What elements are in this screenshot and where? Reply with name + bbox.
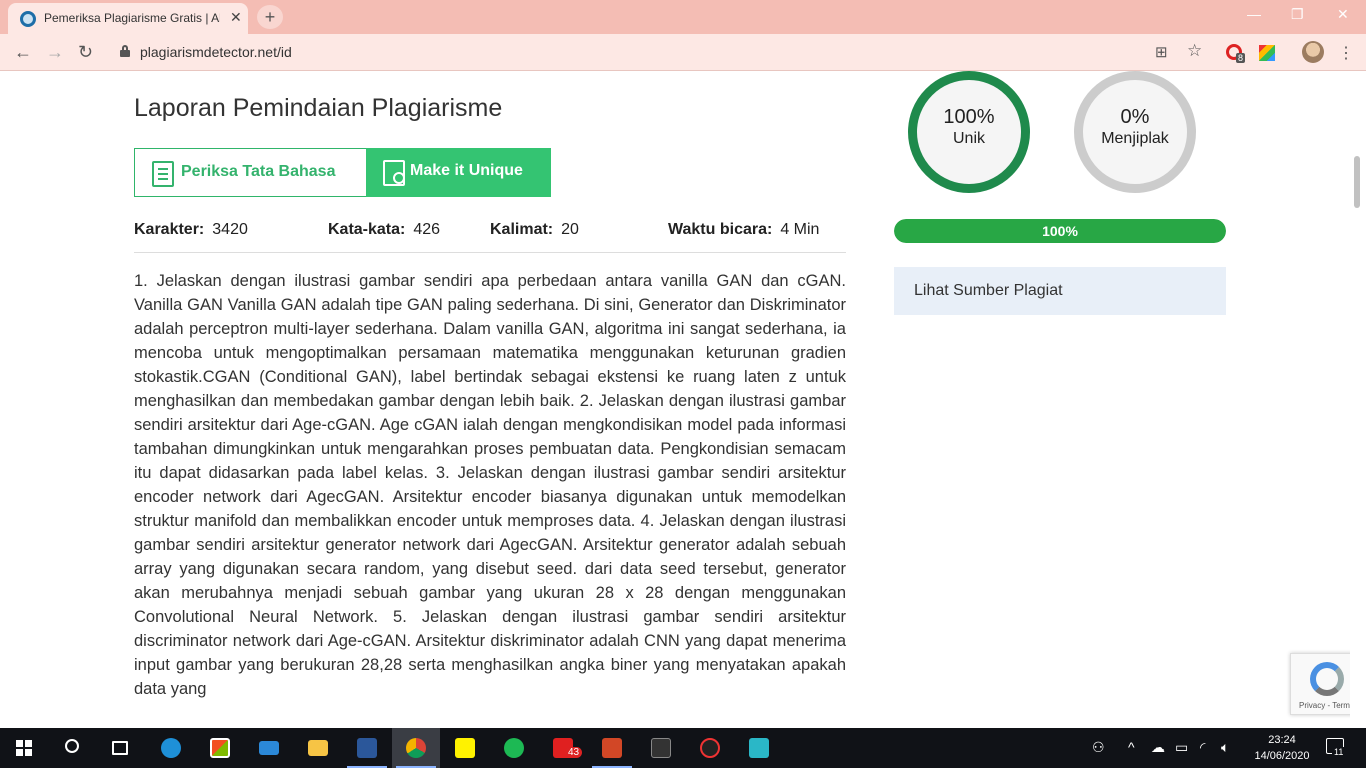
reload-icon[interactable]: ↻ (78, 42, 93, 62)
video-app-icon (749, 738, 769, 758)
unique-percent: 100% (943, 106, 995, 128)
grammar-check-label: Periksa Tata Bahasa (181, 163, 336, 180)
page-title: Laporan Pemindaian Plagiarisme (134, 94, 503, 122)
uniqueness-progress-bar: 100% (894, 219, 1226, 243)
taskbar-file-explorer[interactable] (294, 728, 342, 768)
word-icon (357, 738, 377, 758)
action-buttons: Periksa Tata Bahasa Make it Unique (134, 148, 551, 197)
scroll-thumb[interactable] (1354, 156, 1360, 208)
windows-logo-icon (16, 740, 32, 756)
plagiarism-percent: 0% (1120, 106, 1150, 128)
plagiarism-score-ring: 0% Menjiplak (1074, 71, 1196, 193)
translate-icon[interactable]: ⊞ (1155, 43, 1168, 61)
scanned-text: 1. Jelaskan dengan ilustrasi gambar send… (134, 272, 846, 698)
recaptcha-terms[interactable]: Privacy - Terms (1299, 701, 1354, 710)
windows-taskbar: 43 ⚇ ^ ☁ ▭ ◜ 🔈︎ 23:24 14/06/2020 11 (0, 728, 1366, 768)
edge-icon (161, 738, 181, 758)
extension-color-icon[interactable] (1259, 45, 1275, 61)
unique-score-ring: 100% Unik (908, 71, 1030, 193)
bookmark-star-icon[interactable]: ☆ (1187, 41, 1202, 61)
task-view-icon (112, 741, 128, 755)
forward-icon[interactable]: → (46, 42, 64, 62)
taskbar-edge[interactable] (147, 728, 195, 768)
site-favicon-icon (20, 11, 36, 27)
new-tab-button[interactable]: + (257, 5, 283, 29)
taskbar-search-button[interactable] (48, 728, 96, 768)
taskbar-chrome[interactable] (392, 728, 440, 768)
page-content: Laporan Pemindaian Plagiarisme Periksa T… (0, 71, 1366, 728)
browser-tab[interactable]: Pemeriksa Plagiarisme Gratis | Akurat ✕ (8, 3, 248, 34)
maximize-icon[interactable]: ❐ (1291, 6, 1304, 23)
chrome-icon (406, 738, 426, 758)
grammar-check-button[interactable]: Periksa Tata Bahasa (134, 148, 367, 197)
clock-date: 14/06/2020 (1254, 750, 1310, 762)
page-scrollbar[interactable] (1350, 71, 1366, 728)
minimize-icon[interactable]: — (1247, 6, 1261, 22)
view-sources-label: Lihat Sumber Plagiat (914, 282, 1063, 299)
stat-characters: Karakter: 3420 (134, 221, 248, 238)
make-unique-label: Make it Unique (410, 162, 523, 179)
taskbar-sticky-notes[interactable] (441, 728, 489, 768)
spotify-icon (504, 738, 524, 758)
plagiarism-label: Menjiplak (1101, 130, 1169, 147)
unique-label: Unik (952, 130, 985, 147)
task-view-button[interactable] (96, 728, 144, 768)
wifi-icon[interactable]: ◜ (1200, 739, 1205, 756)
text-stats: Karakter: 3420 Kata-kata: 426 Kalimat: 20 W… (134, 221, 846, 253)
system-clock[interactable]: 23:24 14/06/2020 (1252, 732, 1312, 764)
onedrive-icon[interactable]: ☁ (1151, 739, 1165, 756)
store-icon (210, 738, 230, 758)
taskbar-video-app[interactable] (735, 728, 783, 768)
stat-words: Kata-kata: 426 (328, 221, 441, 238)
menu-kebab-icon[interactable]: ⋮ (1338, 43, 1354, 63)
taskbar-spotify[interactable] (490, 728, 538, 768)
taskbar-powerpoint[interactable] (588, 728, 636, 768)
people-icon[interactable]: ⚇ (1092, 739, 1105, 756)
folder-icon (308, 740, 328, 756)
recaptcha-logo-icon (1310, 662, 1344, 696)
tab-bar: Pemeriksa Plagiarisme Gratis | Akurat ✕ … (0, 0, 1366, 34)
sticky-notes-icon (455, 738, 475, 758)
address-bar[interactable]: plagiarismdetector.net/id (140, 44, 292, 60)
make-unique-button[interactable]: Make it Unique (366, 148, 551, 197)
battery-icon[interactable]: ▭ (1175, 739, 1188, 756)
window-close-icon[interactable]: ✕ (1337, 6, 1349, 23)
web-app-icon (700, 738, 720, 758)
browser-toolbar: ← → ↻ plagiarismdetector.net/id ⊞ ☆ 8 ⋮ (0, 34, 1366, 71)
volume-icon[interactable]: 🔈︎ (1221, 739, 1229, 756)
profile-avatar[interactable] (1302, 41, 1324, 63)
texmaker-icon (651, 738, 671, 758)
taskbar-store[interactable] (196, 728, 244, 768)
taskbar-texmaker[interactable] (637, 728, 685, 768)
powerpoint-icon (602, 738, 622, 758)
taskbar-messaging[interactable]: 43 (539, 728, 587, 768)
progress-text: 100% (1042, 223, 1078, 239)
taskbar-word[interactable] (343, 728, 391, 768)
document-search-icon (383, 160, 405, 186)
stat-speaking-time: Waktu bicara: 4 Min (668, 221, 820, 238)
taskbar-mail[interactable] (245, 728, 293, 768)
stat-sentences: Kalimat: 20 (490, 221, 579, 238)
notification-count: 11 (1332, 747, 1346, 757)
back-icon[interactable]: ← (14, 42, 32, 62)
lock-icon (120, 45, 130, 57)
extension-badge: 8 (1236, 53, 1246, 63)
clock-time: 23:24 (1268, 734, 1296, 746)
tab-title: Pemeriksa Plagiarisme Gratis | Akurat (44, 11, 220, 25)
mail-icon (259, 741, 279, 755)
start-button[interactable] (0, 728, 48, 768)
taskbar-app-web[interactable] (686, 728, 734, 768)
tray-chevron-icon[interactable]: ^ (1128, 739, 1135, 755)
view-sources-button[interactable]: Lihat Sumber Plagiat (894, 267, 1226, 315)
messaging-badge: 43 (565, 747, 583, 758)
search-icon (65, 739, 79, 753)
tab-close-icon[interactable]: ✕ (230, 9, 242, 26)
document-check-icon (152, 161, 174, 187)
